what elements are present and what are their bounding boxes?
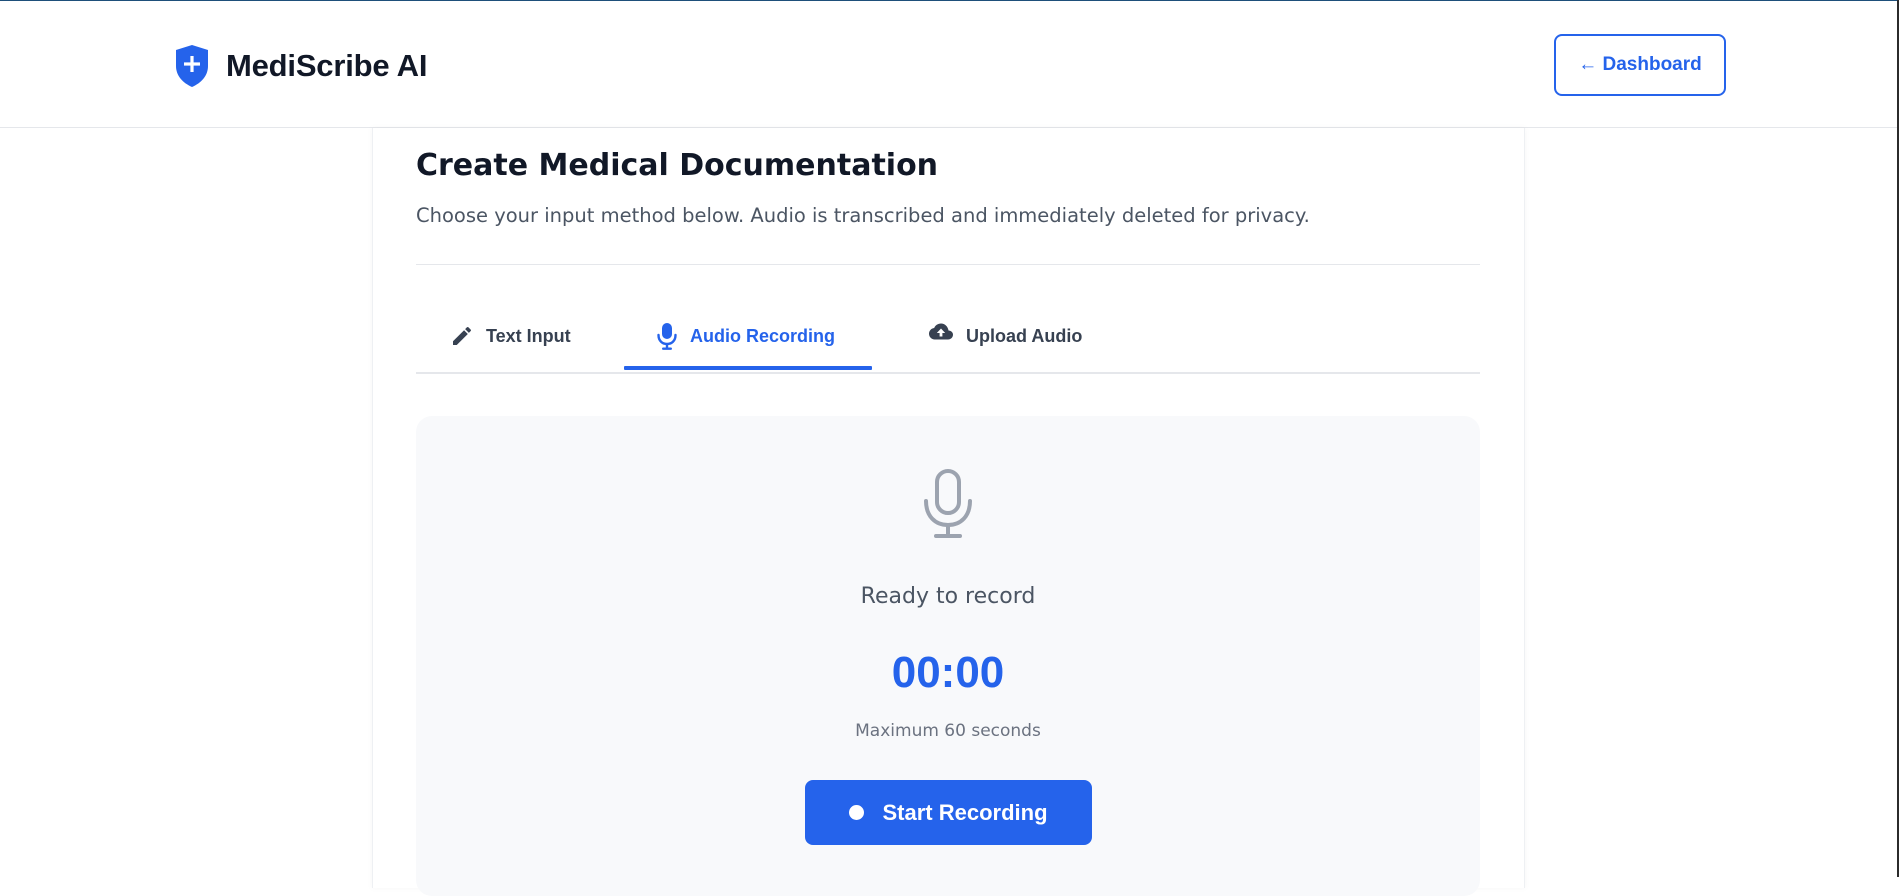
tab-label: Text Input	[486, 325, 571, 346]
recording-status: Ready to record	[860, 584, 1036, 609]
input-method-tabs: Text Input Audio Recording Upload Audio	[416, 300, 1480, 374]
microphone-icon	[924, 469, 972, 538]
shield-plus-icon	[176, 45, 208, 87]
dashboard-button[interactable]: ← Dashboard	[1554, 34, 1726, 96]
brand[interactable]: MediScribe AI	[174, 44, 427, 88]
recording-timer: 00:00	[891, 648, 1005, 697]
cloud-upload-icon	[929, 323, 953, 340]
tab-upload-audio[interactable]: Upload Audio	[928, 300, 1082, 372]
tab-audio-recording[interactable]: Audio Recording	[624, 300, 872, 372]
pencil-icon	[453, 326, 472, 345]
app-name: MediScribe AI	[226, 48, 428, 83]
record-dot-icon	[849, 805, 865, 820]
page-title: Create Medical Documentation	[416, 148, 939, 183]
page-subtitle: Choose your input method below. Audio is…	[416, 204, 1310, 227]
section-divider	[416, 264, 1480, 265]
tab-label: Upload Audio	[966, 325, 1083, 346]
start-recording-button[interactable]: Start Recording	[805, 780, 1092, 845]
active-tab-indicator	[624, 366, 872, 370]
tab-text-input[interactable]: Text Input	[450, 300, 571, 372]
microphone-icon	[657, 323, 677, 350]
start-recording-label: Start Recording	[882, 799, 1048, 825]
max-duration-note: Maximum 60 seconds	[855, 721, 1041, 741]
top-header: MediScribe AI ← Dashboard	[0, 1, 1897, 128]
tab-label: Audio Recording	[690, 325, 835, 346]
